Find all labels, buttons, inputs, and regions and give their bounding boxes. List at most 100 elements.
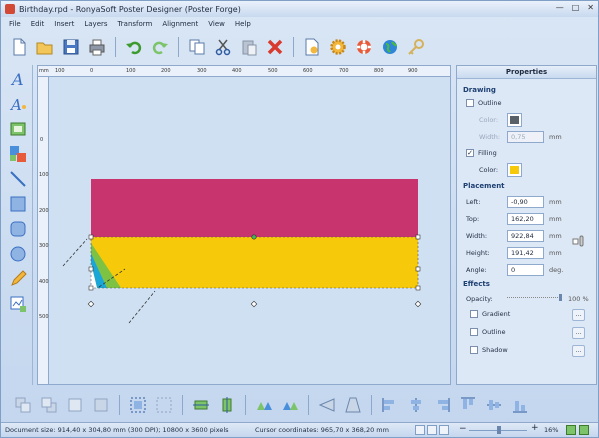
cut-icon[interactable]	[213, 37, 233, 57]
actual-size-icon[interactable]	[579, 425, 589, 435]
key-icon[interactable]	[406, 37, 426, 57]
page-setup-icon[interactable]	[302, 37, 322, 57]
line-tool-icon[interactable]	[8, 169, 28, 189]
outline-checkbox[interactable]	[466, 99, 474, 107]
menu-alignment[interactable]: Alignment	[162, 20, 198, 28]
delete-icon[interactable]	[265, 37, 285, 57]
zoom-out-icon[interactable]: −	[459, 424, 467, 434]
align-center-icon[interactable]	[406, 395, 426, 415]
chart-tool-icon[interactable]	[8, 294, 28, 314]
top-band[interactable]	[91, 179, 418, 237]
skew-right-icon[interactable]	[343, 395, 363, 415]
center-handle[interactable]	[251, 234, 257, 240]
flip-horizontal-icon[interactable]	[280, 395, 300, 415]
menu-view[interactable]: View	[208, 20, 225, 28]
menu-insert[interactable]: Insert	[54, 20, 74, 28]
filling-checkbox[interactable]: ✓	[466, 149, 474, 157]
height-field[interactable]: 191,42	[507, 247, 544, 259]
gradient-checkbox[interactable]	[470, 310, 478, 318]
undo-icon[interactable]	[124, 37, 144, 57]
left-field[interactable]: -0,90	[507, 196, 544, 208]
text-tool-icon[interactable]: A	[8, 69, 28, 89]
rotate-handle[interactable]	[87, 300, 95, 308]
resize-handle[interactable]	[88, 234, 94, 240]
effect-outline-row[interactable]: Outline	[470, 328, 506, 336]
zoom-in-icon[interactable]: +	[531, 423, 539, 433]
settings-icon[interactable]	[328, 37, 348, 57]
outline-width-field[interactable]: 0,75	[507, 131, 544, 143]
rotate-handle[interactable]	[250, 300, 258, 308]
fill-color-swatch[interactable]	[507, 163, 522, 177]
align-middle-icon[interactable]	[484, 395, 504, 415]
top-field[interactable]: 162,20	[507, 213, 544, 225]
open-icon[interactable]	[35, 37, 55, 57]
filling-checkbox-row[interactable]: ✓ Filling	[466, 149, 497, 157]
bottom-band[interactable]	[91, 237, 418, 288]
redo-icon[interactable]	[150, 37, 170, 57]
menu-file[interactable]: File	[9, 20, 21, 28]
align-bottom-icon[interactable]	[510, 395, 530, 415]
menu-help[interactable]: Help	[235, 20, 251, 28]
resize-handle[interactable]	[415, 234, 421, 240]
rectangle-tool-icon[interactable]	[8, 194, 28, 214]
pencil-tool-icon[interactable]	[8, 269, 28, 289]
ungroup-icon[interactable]	[154, 395, 174, 415]
help-icon[interactable]	[354, 37, 374, 57]
bring-forward-icon[interactable]	[65, 395, 85, 415]
clipart-tool-icon[interactable]	[8, 144, 28, 164]
new-icon[interactable]	[9, 37, 29, 57]
send-to-back-icon[interactable]	[39, 395, 59, 415]
ellipse-tool-icon[interactable]	[8, 244, 28, 264]
zoom-slider-thumb[interactable]	[497, 426, 501, 434]
print-icon[interactable]	[87, 37, 107, 57]
image-tool-icon[interactable]	[8, 119, 28, 139]
opacity-slider-thumb[interactable]	[559, 294, 562, 301]
outline-settings-button[interactable]: ...	[572, 327, 585, 339]
paste-icon[interactable]	[239, 37, 259, 57]
shadow-checkbox[interactable]	[470, 346, 478, 354]
skew-left-icon[interactable]	[317, 395, 337, 415]
art-text-tool-icon[interactable]: A	[8, 94, 28, 114]
align-right-icon[interactable]	[432, 395, 452, 415]
effect-outline-checkbox[interactable]	[470, 328, 478, 336]
gradient-row[interactable]: Gradient	[470, 310, 510, 318]
normal-view-icon[interactable]	[415, 425, 425, 435]
tile-view-icon[interactable]	[427, 425, 437, 435]
resize-handle[interactable]	[415, 285, 421, 291]
aspect-lock-icon[interactable]	[572, 234, 584, 248]
send-backward-icon[interactable]	[91, 395, 111, 415]
resize-handle[interactable]	[415, 266, 421, 272]
group-icon[interactable]	[128, 395, 148, 415]
fit-page-icon[interactable]	[566, 425, 576, 435]
align-top-icon[interactable]	[458, 395, 478, 415]
poster-canvas[interactable]	[49, 77, 450, 384]
save-icon[interactable]	[61, 37, 81, 57]
shadow-row[interactable]: Shadow	[470, 346, 508, 354]
full-view-icon[interactable]	[439, 425, 449, 435]
minimize-icon[interactable]: —	[556, 3, 564, 12]
width-field[interactable]: 922,84	[507, 230, 544, 242]
fit-width-icon[interactable]	[191, 395, 211, 415]
menu-layers[interactable]: Layers	[84, 20, 107, 28]
menu-edit[interactable]: Edit	[31, 20, 45, 28]
outline-color-swatch[interactable]	[507, 113, 522, 127]
align-left-icon[interactable]	[380, 395, 400, 415]
gradient-settings-button[interactable]: ...	[572, 309, 585, 321]
menu-transform[interactable]: Transform	[118, 20, 153, 28]
opacity-slider[interactable]	[507, 294, 562, 301]
resize-handle[interactable]	[88, 285, 94, 291]
copy-icon[interactable]	[187, 37, 207, 57]
resize-handle[interactable]	[88, 266, 94, 272]
rounded-rectangle-tool-icon[interactable]	[8, 219, 28, 239]
flip-vertical-icon[interactable]	[254, 395, 274, 415]
shadow-settings-button[interactable]: ...	[572, 345, 585, 357]
web-icon[interactable]	[380, 37, 400, 57]
workspace[interactable]: mm 100 0 100 200 300 400 500 600 700 800…	[37, 65, 451, 385]
zoom-slider[interactable]	[469, 426, 527, 434]
angle-field[interactable]: 0	[507, 264, 544, 276]
rotate-handle[interactable]	[414, 300, 422, 308]
outline-checkbox-row[interactable]: Outline	[466, 99, 502, 107]
fit-height-icon[interactable]	[217, 395, 237, 415]
close-icon[interactable]: ✕	[587, 3, 594, 12]
bring-to-front-icon[interactable]	[13, 395, 33, 415]
